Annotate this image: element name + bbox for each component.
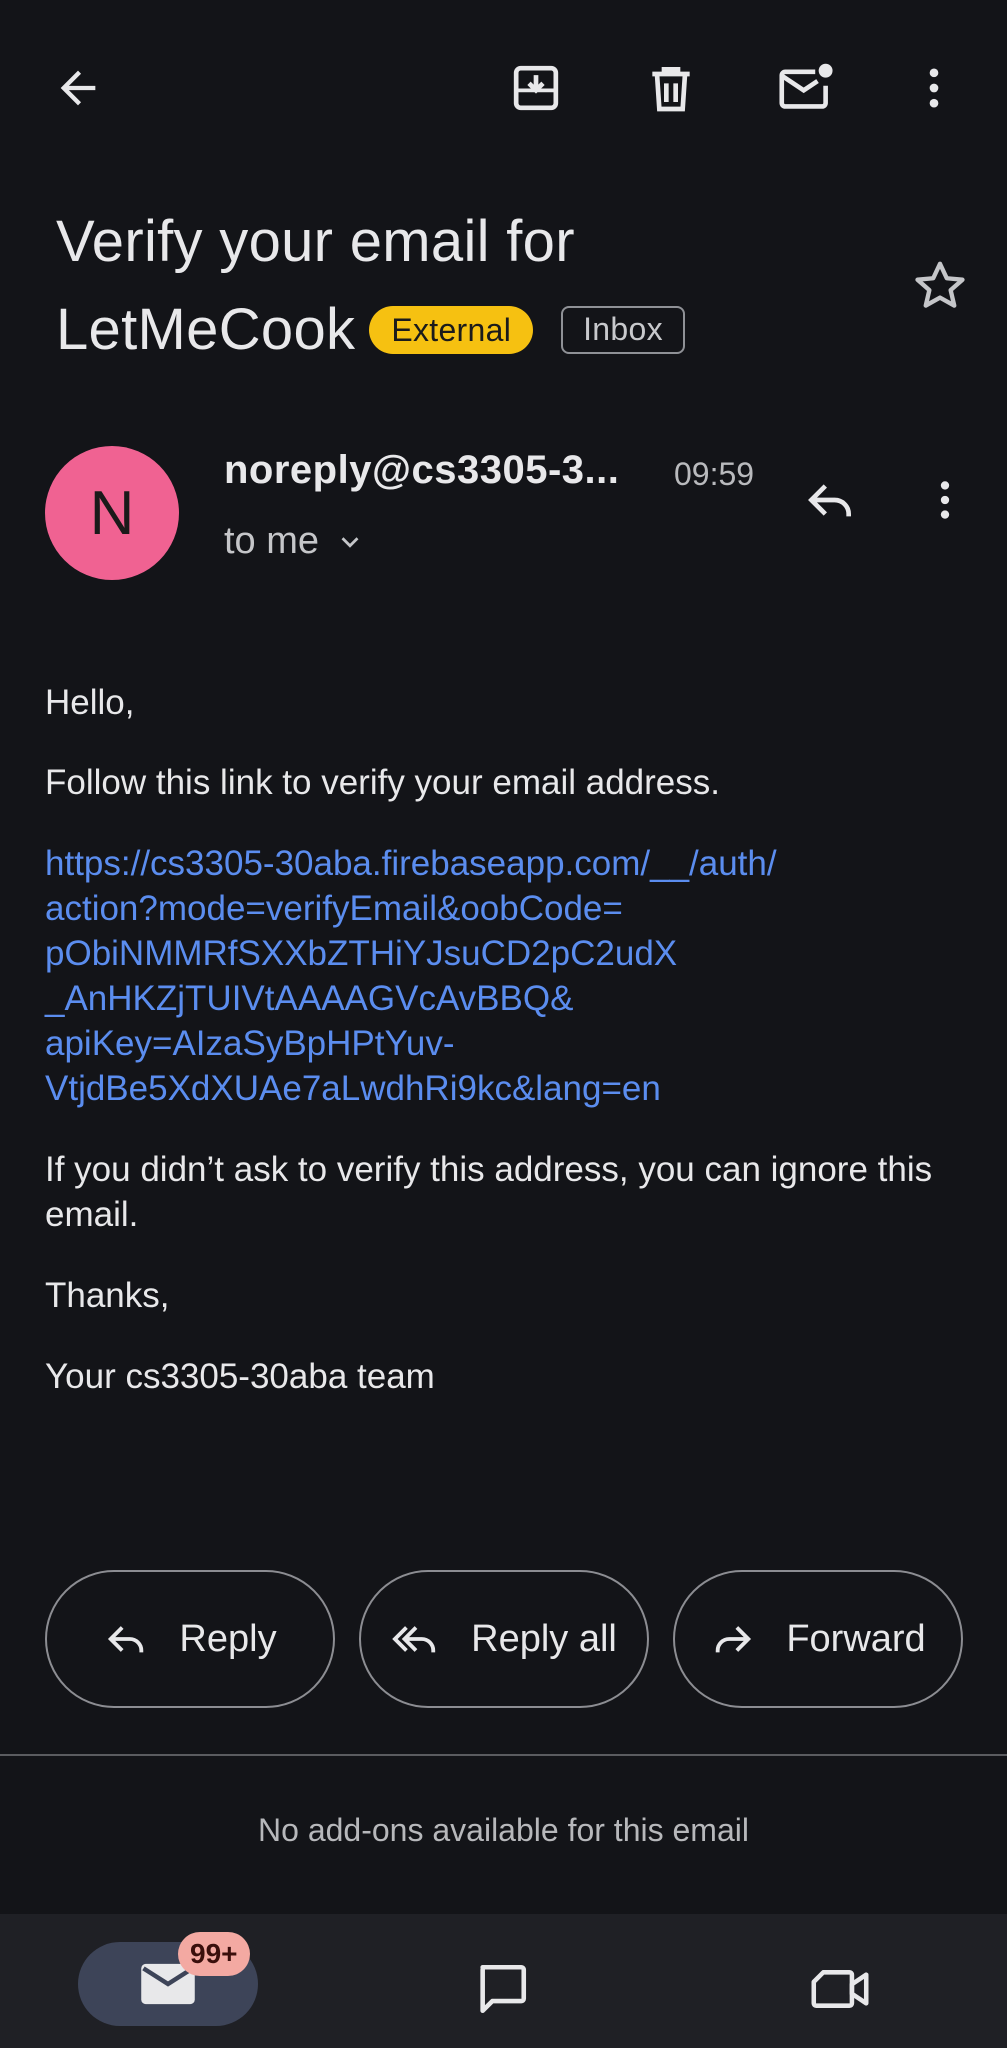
message-more-button[interactable] <box>910 460 980 540</box>
subject-line-2: LetMeCook <box>56 297 356 362</box>
link-line: action?mode=verifyEmail&oobCode= <box>45 889 623 928</box>
reply-all-label: Reply all <box>471 1617 617 1660</box>
archive-icon <box>513 65 559 111</box>
email-view: Verify your email for LetMeCook External… <box>0 0 1007 2048</box>
star-icon <box>915 261 965 308</box>
reply-all-icon <box>392 1626 436 1653</box>
trash-icon <box>652 67 690 112</box>
body-instruction: Follow this link to verify your email ad… <box>45 763 720 802</box>
arrow-back-icon <box>60 70 96 106</box>
reply-actions: Reply Reply all Forward <box>45 1570 963 1708</box>
link-line: _AnHKZjTUIVtAAAAGVcAvBBQ& <box>45 979 574 1018</box>
chevron-down-icon <box>341 536 359 548</box>
verification-link[interactable]: https://cs3305-30aba.firebaseapp.com/__/… <box>45 841 965 1111</box>
reply-icon <box>108 1626 144 1653</box>
back-button[interactable] <box>36 46 120 130</box>
link-line: https://cs3305-30aba.firebaseapp.com/__/… <box>45 844 777 883</box>
video-camera-icon <box>811 1970 869 2008</box>
top-toolbar <box>0 0 1007 180</box>
email-body: Hello, Follow this link to verify your e… <box>45 680 965 1435</box>
external-label: External <box>369 306 534 354</box>
body-greeting: Hello, <box>45 683 135 722</box>
body-ignore-note: If you didn’t ask to verify this address… <box>45 1150 933 1234</box>
unread-count-badge: 99+ <box>178 1932 250 1976</box>
forward-button[interactable]: Forward <box>673 1570 963 1708</box>
addons-message: No add-ons available for this email <box>258 1812 749 1848</box>
star-button[interactable] <box>900 246 980 326</box>
body-signature: Your cs3305-30aba team <box>45 1357 435 1396</box>
bottom-navigation: 99+ <box>0 1914 1007 2048</box>
nav-meet-tab[interactable] <box>800 1954 880 2024</box>
delete-button[interactable] <box>629 46 713 130</box>
recipient-details-toggle[interactable]: to me <box>224 520 365 563</box>
mark-unread-icon <box>779 63 833 109</box>
archive-button[interactable] <box>494 46 578 130</box>
link-line: VtjdBe5XdXUAe7aLwdhRi9kc&lang=en <box>45 1069 661 1108</box>
sender-avatar[interactable]: N <box>45 446 179 580</box>
recipient-text: to me <box>224 520 320 562</box>
reply-icon <box>808 484 851 517</box>
forward-icon <box>716 1626 752 1653</box>
reply-all-button[interactable]: Reply all <box>359 1570 649 1708</box>
body-thanks: Thanks, <box>45 1276 170 1315</box>
forward-label: Forward <box>786 1617 926 1660</box>
more-vert-icon <box>929 68 939 108</box>
mark-unread-button[interactable] <box>764 46 848 130</box>
link-line: apiKey=AIzaSyBpHPtYuv- <box>45 1024 455 1063</box>
chat-icon <box>480 1964 527 2014</box>
more-vert-icon <box>940 481 950 519</box>
email-time: 09:59 <box>674 456 755 492</box>
nav-chat-tab[interactable] <box>462 1954 542 2024</box>
email-subject: Verify your email for LetMeCook External… <box>56 198 896 374</box>
reply-button[interactable]: Reply <box>45 1570 335 1708</box>
reply-label: Reply <box>179 1617 277 1660</box>
subject-line-1: Verify your email for <box>56 209 575 274</box>
quick-reply-button[interactable] <box>790 460 870 540</box>
divider <box>0 1754 1007 1756</box>
link-line: pObiNMMRfSXXbZTHiYJsuCD2pC2udX <box>45 934 678 973</box>
inbox-label[interactable]: Inbox <box>561 306 685 354</box>
more-options-button[interactable] <box>892 46 976 130</box>
sender-name[interactable]: noreply@cs3305-3... <box>224 448 619 493</box>
